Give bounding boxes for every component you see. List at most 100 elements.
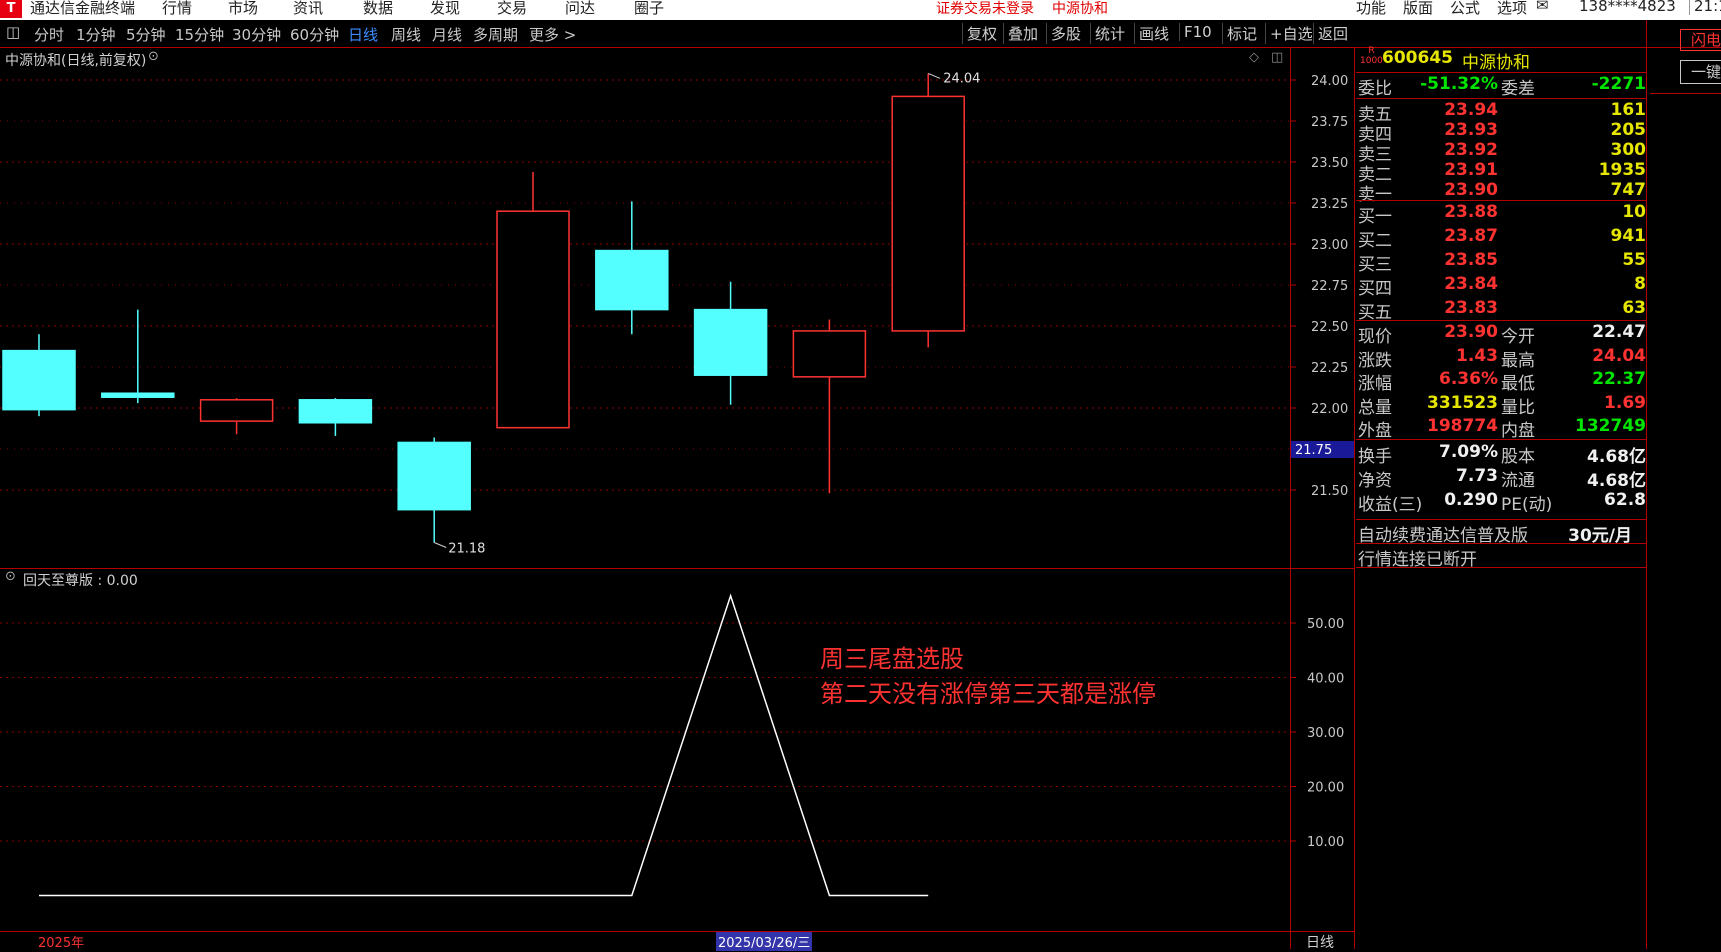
price-tick-label: 22.25 — [1311, 361, 1348, 376]
timeline-start: 2025年 — [38, 936, 85, 951]
fundamental-row: 换手 7.09% 股本 4.68亿 — [1356, 442, 1646, 467]
btn-fuquan[interactable]: 复权 — [962, 23, 997, 44]
btn-add-favorite[interactable]: +自选 — [1265, 23, 1313, 44]
candle-body — [792, 330, 867, 378]
period-5min[interactable]: 5分钟 — [126, 24, 166, 45]
menubar: T 通达信金融终端 行情 市场 资讯 数据 发现 交易 问达 圈子 证券交易未登… — [0, 0, 1721, 20]
bid-price: 23.84 — [1444, 274, 1498, 294]
btn-duogu[interactable]: 多股 — [1046, 23, 1081, 44]
price-tick-label: 22.00 — [1311, 402, 1348, 417]
ask-price: 23.90 — [1444, 180, 1498, 200]
candle-body — [199, 399, 274, 422]
separator — [1356, 200, 1646, 201]
annotation-line2: 第二天没有涨停第三天都是涨停 — [820, 680, 1156, 708]
period-monthly[interactable]: 月线 — [432, 24, 462, 45]
bid-volume: 10 — [1622, 202, 1646, 222]
ask-price: 23.93 — [1444, 120, 1498, 140]
menu-gongshi[interactable]: 公式 — [1450, 0, 1480, 18]
period-more[interactable]: 更多 > — [529, 24, 576, 45]
menu-xuanxiang[interactable]: 选项 — [1497, 0, 1527, 18]
fundamental-label: 流通 — [1501, 471, 1535, 491]
period-30min[interactable]: 30分钟 — [232, 24, 281, 45]
fundamental-label: 股本 — [1501, 447, 1535, 467]
period-1min[interactable]: 1分钟 — [76, 24, 116, 45]
bid-volume: 63 — [1622, 298, 1646, 318]
one-click-button[interactable]: 一键 — [1680, 60, 1721, 84]
menu-shichang[interactable]: 市场 — [228, 0, 258, 18]
annotation-line1: 周三尾盘选股 — [820, 645, 964, 673]
period-15min[interactable]: 15分钟 — [175, 24, 224, 45]
timeline-period[interactable]: 日线 — [1306, 932, 1334, 952]
bid-row: 买一 23.88 10 — [1356, 202, 1646, 227]
separator — [1356, 72, 1646, 73]
menu-faxian[interactable]: 发现 — [430, 0, 460, 18]
connection-row: 行情连接已断开 — [1356, 545, 1646, 570]
stat-label: 最高 — [1501, 350, 1535, 371]
menu-shuju[interactable]: 数据 — [363, 0, 393, 18]
ask-row: 卖三 23.92 300 — [1356, 140, 1646, 165]
weibi-row: 委比 -51.32% 委差 -2271 — [1356, 74, 1646, 99]
high-label: 24.04 — [943, 71, 980, 86]
stat-label: 现价 — [1358, 327, 1392, 347]
candle-body — [397, 441, 471, 511]
period-fenshi[interactable]: 分时 — [34, 24, 64, 45]
stat-value: 1.43 — [1456, 345, 1498, 366]
period-weekly[interactable]: 周线 — [391, 24, 421, 45]
menu-hangqing[interactable]: 行情 — [162, 0, 192, 18]
badge-bottom: 1000 — [1360, 56, 1383, 66]
fundamental-value: 4.68亿 — [1587, 471, 1646, 491]
bid-volume: 55 — [1622, 250, 1646, 270]
bid-row: 买二 23.87 941 — [1356, 226, 1646, 251]
separator — [1356, 519, 1646, 520]
mail-icon[interactable]: ✉ — [1536, 0, 1549, 14]
period-daily[interactable]: 日线 — [348, 24, 378, 45]
period-toolbar: ◫ 分时 1分钟 5分钟 15分钟 30分钟 60分钟 日线 周线 月线 多周期… — [0, 20, 1721, 48]
btn-diejia[interactable]: 叠加 — [1003, 23, 1038, 44]
period-multi[interactable]: 多周期 — [473, 24, 518, 45]
sidebar-toggle-icon[interactable]: ◫ — [6, 23, 20, 41]
badge-top: R — [1368, 46, 1375, 56]
stat-label: 最低 — [1501, 374, 1535, 394]
period-60min[interactable]: 60分钟 — [290, 24, 339, 45]
stat-row: 总量 331523 量比 1.69 — [1356, 392, 1646, 418]
indicator-tick-label: 10.00 — [1307, 835, 1344, 850]
bid-label: 买二 — [1358, 231, 1392, 251]
bid-price: 23.83 — [1444, 298, 1498, 318]
current-stock-name: 中源协和 — [1052, 1, 1108, 17]
service-row[interactable]: 自动续费通达信普及版 30元/月 — [1356, 521, 1646, 546]
indicator-line — [39, 593, 929, 897]
ask-row: 卖四 23.93 205 — [1356, 120, 1646, 145]
btn-huaxian[interactable]: 画线 — [1134, 23, 1169, 44]
login-status[interactable]: 证券交易未登录 — [936, 0, 1034, 18]
fundamental-label: PE(动) — [1501, 495, 1553, 515]
stat-value: 23.90 — [1444, 322, 1498, 342]
btn-back[interactable]: 返回 — [1313, 23, 1348, 44]
menu-zixun[interactable]: 资讯 — [293, 0, 323, 18]
menu-wenda[interactable]: 问达 — [565, 0, 595, 18]
menu-quanzi[interactable]: 圈子 — [634, 0, 664, 18]
fundamental-value: 62.8 — [1604, 490, 1646, 510]
ask-volume: 747 — [1610, 180, 1647, 200]
quote-right-border — [1646, 20, 1647, 949]
account-id[interactable]: 138****4823 — [1579, 0, 1676, 15]
menu-gongneng[interactable]: 功能 — [1356, 0, 1386, 18]
flash-trade-button[interactable]: 闪电 — [1680, 29, 1721, 51]
indicator-chart[interactable]: 50.00 40.00 30.00 20.00 10.00 — [0, 569, 1354, 931]
stat-value: 331523 — [1427, 392, 1498, 413]
menu-banmian[interactable]: 版面 — [1403, 0, 1433, 18]
stat-row: 现价 23.90 今开 22.47 — [1356, 322, 1646, 347]
btn-biaoji[interactable]: 标记 — [1222, 23, 1257, 44]
bid-row: 买四 23.84 8 — [1356, 274, 1646, 299]
candle-body — [298, 399, 373, 424]
candlestick-chart[interactable]: 24.00 23.75 23.50 23.25 23.00 22.75 22.50 22.25… — [0, 47, 1354, 568]
price-tick-label: 23.50 — [1311, 156, 1348, 171]
stock-name: 中源协和 — [1462, 53, 1530, 73]
price-tick-label: 22.75 — [1311, 279, 1348, 294]
separator — [1356, 439, 1646, 440]
btn-f10[interactable]: F10 — [1179, 23, 1212, 41]
app-logo-icon: T — [0, 0, 22, 18]
menu-jiaoyi[interactable]: 交易 — [497, 0, 527, 18]
ask-volume: 1935 — [1598, 160, 1646, 180]
bid-row: 买五 23.83 63 — [1356, 298, 1646, 323]
btn-tongji[interactable]: 统计 — [1090, 23, 1125, 44]
